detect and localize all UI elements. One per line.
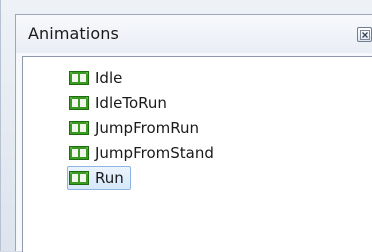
film-clip-icon xyxy=(69,96,89,110)
list-item-selected[interactable]: Run xyxy=(67,166,131,190)
film-clip-icon xyxy=(69,146,89,160)
list-item-label: Run xyxy=(95,169,124,187)
close-button[interactable] xyxy=(357,27,372,42)
list-item[interactable]: Idle xyxy=(67,66,126,90)
list-item-label: IdleToRun xyxy=(95,94,167,112)
close-icon xyxy=(360,30,370,40)
list-item-label: JumpFromStand xyxy=(95,144,214,162)
film-clip-icon xyxy=(69,171,89,185)
window-frame: Animations Idle IdleToRun JumpFromRun Ju… xyxy=(0,0,372,252)
list-item[interactable]: JumpFromRun xyxy=(67,116,203,140)
panel-title: Animations xyxy=(28,24,119,43)
list-item-label: Idle xyxy=(95,69,123,87)
film-clip-icon xyxy=(69,71,89,85)
list-item[interactable]: JumpFromStand xyxy=(67,141,218,165)
panel-title-bar: Animations xyxy=(16,15,372,53)
animation-list[interactable]: Idle IdleToRun JumpFromRun JumpFromStand… xyxy=(22,56,372,252)
list-item[interactable]: IdleToRun xyxy=(67,91,171,115)
film-clip-icon xyxy=(69,121,89,135)
animations-panel: Animations Idle IdleToRun JumpFromRun Ju… xyxy=(15,14,372,252)
list-item-label: JumpFromRun xyxy=(95,119,199,137)
